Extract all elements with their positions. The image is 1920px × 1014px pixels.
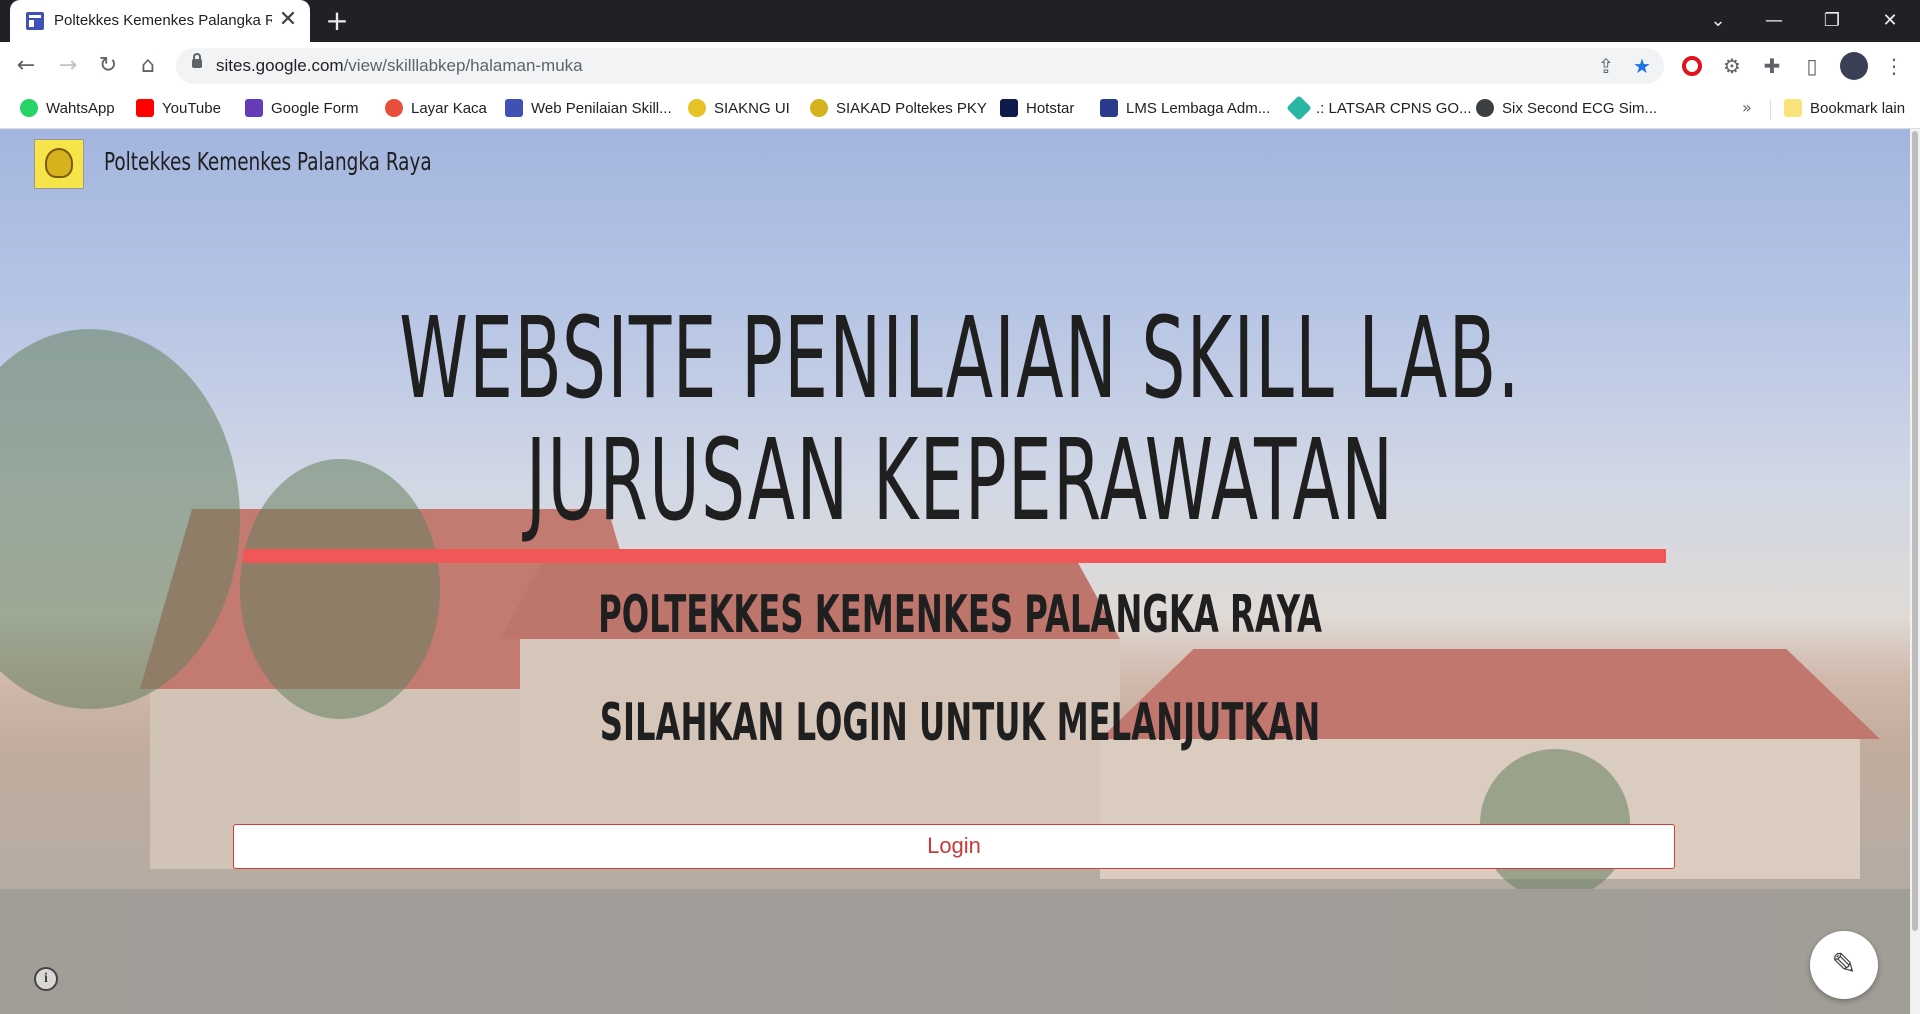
bookmark-lms[interactable]: LMS Lembaga Adm...: [1100, 98, 1270, 120]
close-tab-icon[interactable]: ✕: [276, 9, 300, 33]
heading-divider: [243, 549, 1666, 563]
hero-heading-line1: WEBSITE PENILAIAN SKILL LAB.: [399, 294, 1521, 424]
bookmark-web-penilaian[interactable]: Web Penilaian Skill...: [505, 98, 672, 120]
tab-strip: Poltekkes Kemenkes Palangka Raya ✕ + ⌄ —…: [0, 0, 1920, 42]
bookmark-whatsapp[interactable]: WahtsApp: [20, 98, 115, 120]
menu-kebab-icon[interactable]: ⋮: [1880, 52, 1908, 80]
whatsapp-icon: [20, 99, 38, 117]
bookmark-star-icon[interactable]: ★: [1630, 54, 1654, 78]
other-bookmarks-folder[interactable]: Bookmark lain: [1784, 98, 1905, 120]
robot-extension-icon[interactable]: ⚙: [1718, 52, 1746, 80]
url-text[interactable]: sites.google.com/view/skilllabkep/halama…: [216, 56, 583, 76]
forward-button[interactable]: →: [54, 52, 82, 80]
lan-logo-icon: [1100, 99, 1118, 117]
site-title[interactable]: Poltekkes Kemenkes Palangka Raya: [104, 147, 432, 176]
active-tab[interactable]: Poltekkes Kemenkes Palangka Raya ✕: [10, 0, 310, 42]
bookmarks-overflow-icon[interactable]: »: [1742, 98, 1752, 117]
page-scrollbar[interactable]: [1910, 129, 1920, 1014]
hero-subheading: POLTEKKES KEMENKES PALANGKA RAYA: [598, 585, 1322, 645]
site-logo[interactable]: [34, 139, 84, 189]
page-hero: Poltekkes Kemenkes Palangka Raya WEBSITE…: [0, 129, 1920, 1014]
hotstar-icon: [1000, 99, 1018, 117]
tab-search-icon[interactable]: ⌄: [1696, 6, 1740, 36]
login-button[interactable]: Login: [233, 824, 1675, 869]
restore-button[interactable]: ❐: [1810, 6, 1854, 36]
scrollbar-thumb[interactable]: [1912, 131, 1918, 931]
google-sites-icon: [505, 99, 523, 117]
bookmark-siakng-ui[interactable]: SIAKNG UI: [688, 98, 790, 120]
bookmark-ecg[interactable]: Six Second ECG Sim...: [1476, 98, 1657, 120]
google-forms-icon: [245, 99, 263, 117]
profile-avatar[interactable]: [1840, 52, 1868, 80]
hero-heading-line2: JURUSAN KEPERAWATAN: [525, 416, 1395, 546]
browser-toolbar: ← → ↻ ⌂ sites.google.com/view/skilllabke…: [0, 42, 1920, 90]
share-icon[interactable]: ⇪: [1594, 54, 1618, 78]
back-button[interactable]: ←: [12, 52, 40, 80]
home-button[interactable]: ⌂: [134, 52, 162, 80]
bookmark-layar-kaca[interactable]: Layar Kaca: [385, 98, 487, 120]
minimize-button[interactable]: —: [1752, 6, 1796, 36]
google-sites-icon: [26, 12, 44, 30]
layar-kaca-icon: [385, 99, 403, 117]
edit-pencil-icon[interactable]: ✎: [1810, 931, 1878, 999]
ecg-icon: [1476, 99, 1494, 117]
latsar-icon: [1286, 95, 1312, 121]
bookmark-latsar[interactable]: .: LATSAR CPNS GO...: [1286, 95, 1472, 121]
ui-logo-icon: [688, 99, 706, 117]
reload-button[interactable]: ↻: [94, 52, 122, 80]
close-window-button[interactable]: ✕: [1868, 6, 1912, 36]
side-panel-icon[interactable]: ▯: [1798, 52, 1826, 80]
bookmark-hotstar[interactable]: Hotstar: [1000, 98, 1074, 120]
bookmark-siakad[interactable]: SIAKAD Poltekes PKY: [810, 98, 987, 120]
new-tab-button[interactable]: +: [322, 7, 352, 37]
hero-overlay: [0, 129, 1920, 1014]
bookmarks-separator: [1770, 100, 1771, 120]
opera-extension-icon[interactable]: [1682, 56, 1702, 76]
youtube-icon: [136, 99, 154, 117]
folder-icon: [1784, 99, 1802, 117]
hero-instruction: SILAHKAN LOGIN UNTUK MELANJUTKAN: [599, 693, 1321, 753]
poltekkes-logo-icon: [810, 99, 828, 117]
extensions-puzzle-icon[interactable]: ✚: [1758, 52, 1786, 80]
tab-title: Poltekkes Kemenkes Palangka Raya: [54, 12, 272, 29]
address-bar[interactable]: sites.google.com/view/skilllabkep/halama…: [176, 48, 1664, 84]
lock-icon[interactable]: [192, 53, 202, 68]
bookmarks-bar: WahtsApp YouTube Google Form Layar Kaca …: [0, 90, 1920, 129]
bookmark-youtube[interactable]: YouTube: [136, 98, 221, 120]
bookmark-google-form[interactable]: Google Form: [245, 98, 359, 120]
info-icon[interactable]: i: [34, 967, 58, 991]
